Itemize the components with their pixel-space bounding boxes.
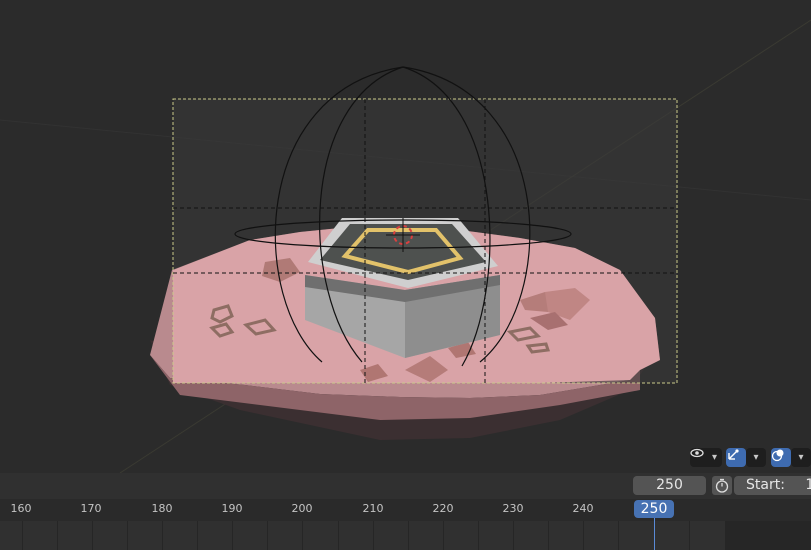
overlays-icon [771, 449, 784, 462]
track-gridline [373, 521, 374, 550]
start-label: Start: [746, 477, 785, 493]
gizmo-dropdown[interactable]: ▾ [746, 448, 766, 467]
track-gridline [197, 521, 198, 550]
track-gridline [127, 521, 128, 550]
ruler-tick: 190 [221, 502, 243, 515]
track-gridline [478, 521, 479, 550]
ruler-tick: 170 [80, 502, 102, 515]
visibility-button[interactable] [690, 448, 722, 467]
overlays-dropdown[interactable]: ▾ [791, 448, 811, 467]
viewport-scene[interactable] [0, 0, 811, 473]
chevron-down-icon: ▾ [753, 452, 759, 463]
ruler-tick: 240 [572, 502, 594, 515]
track-gridline [689, 521, 690, 550]
current-frame-field[interactable]: 250 [633, 476, 706, 495]
track-gridline [338, 521, 339, 550]
ruler-tick: 160 [10, 502, 32, 515]
out-of-range-area [725, 521, 811, 550]
gizmo-toggle-button[interactable] [726, 448, 746, 467]
3d-viewport[interactable]: ▾ ▾ ▾ [0, 0, 811, 473]
chevron-down-icon: ▾ [798, 452, 804, 463]
track-gridline [22, 521, 23, 550]
start-frame-field[interactable]: Start: 1 [734, 476, 811, 495]
track-gridline [513, 521, 514, 550]
frame-ruler[interactable]: 160 170 180 190 200 210 220 230 240 [0, 499, 811, 521]
current-frame-badge[interactable]: 250 [634, 500, 674, 518]
overlays-toggle-button[interactable] [771, 448, 791, 467]
ruler-tick: 220 [432, 502, 454, 515]
track-gridline [443, 521, 444, 550]
gizmo-icon [728, 449, 739, 460]
ruler-tick: 200 [291, 502, 313, 515]
playhead[interactable] [654, 518, 655, 550]
track-gridline [583, 521, 584, 550]
chevron-down-icon[interactable]: ▾ [712, 448, 717, 467]
ruler-tick: 230 [502, 502, 524, 515]
start-value: 1 [805, 477, 811, 493]
track-gridline [57, 521, 58, 550]
track-gridline [267, 521, 268, 550]
stopwatch-icon [715, 478, 729, 493]
track-gridline [302, 521, 303, 550]
track-gridline [162, 521, 163, 550]
track-gridline [408, 521, 409, 550]
track-gridline [232, 521, 233, 550]
track-gridline [548, 521, 549, 550]
timeline-track-area[interactable] [0, 521, 811, 550]
track-gridline [92, 521, 93, 550]
stopwatch-button[interactable] [712, 476, 732, 495]
ruler-tick: 180 [151, 502, 173, 515]
ruler-tick: 210 [362, 502, 384, 515]
eye-icon [690, 448, 704, 458]
track-gridline [618, 521, 619, 550]
